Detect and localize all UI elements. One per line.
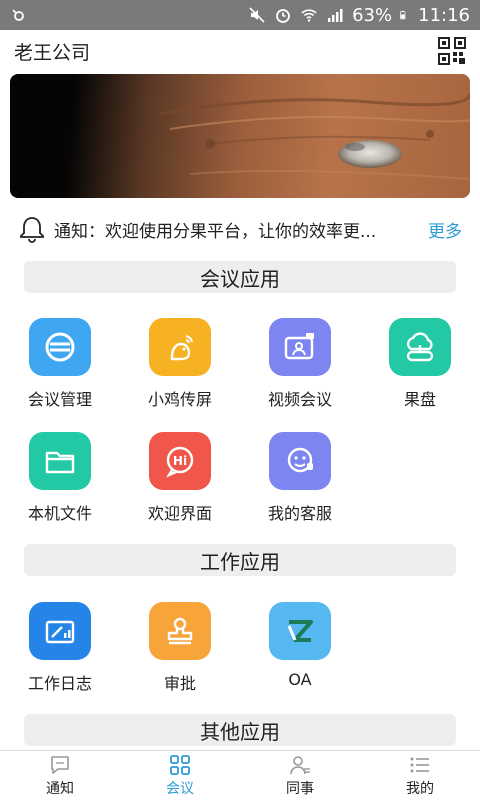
tab-label: 同事	[286, 781, 314, 797]
app-label: 审批	[163, 674, 196, 693]
app-welcome-screen[interactable]: Hi 欢迎界面	[120, 428, 240, 542]
tab-label: 会议	[166, 781, 194, 797]
status-bar: 63% 11:16	[0, 0, 480, 30]
cloud-disk-icon	[389, 318, 451, 376]
battery-icon	[400, 10, 406, 20]
app-label: 小鸡传屏	[147, 390, 212, 409]
notice-text: 通知：欢迎使用分果平台，让你的效率更...	[54, 221, 377, 242]
clock: 11:16	[418, 4, 470, 26]
grid-icon	[170, 755, 190, 775]
signal-icon	[328, 9, 343, 22]
app-bar: 老王公司	[0, 30, 480, 72]
alarm-icon	[276, 9, 291, 23]
meeting-apps-grid: 会议管理 小鸡传屏 视频会议 果盘 本机文件 Hi 欢迎界面 我的客服	[0, 314, 480, 542]
chick-cast-icon	[149, 318, 211, 376]
tab-colleagues[interactable]: 同事	[240, 751, 360, 800]
bell-icon	[20, 217, 44, 243]
folder-icon	[29, 432, 91, 490]
wifi-icon	[301, 9, 317, 22]
customer-service-icon	[269, 432, 331, 490]
app-work-log[interactable]: 工作日志	[0, 598, 120, 712]
qr-code-icon[interactable]	[438, 37, 466, 65]
bottom-tab-bar: 通知 会议 同事 我的	[0, 750, 480, 800]
app-local-files[interactable]: 本机文件	[0, 428, 120, 542]
meeting-manage-icon	[29, 318, 91, 376]
mute-icon	[249, 7, 265, 23]
video-meeting-icon	[269, 318, 331, 376]
section-title-other: 其他应用	[24, 714, 456, 746]
app-approval[interactable]: 审批	[120, 598, 240, 712]
chat-bubble-icon	[51, 756, 69, 774]
tab-notifications[interactable]: 通知	[0, 751, 120, 800]
app-video-meeting[interactable]: 视频会议	[240, 314, 360, 428]
app-chick-cast[interactable]: 小鸡传屏	[120, 314, 240, 428]
mars-surface-image	[159, 93, 470, 180]
work-apps-grid: 工作日志 审批 OA	[0, 598, 480, 712]
tab-meeting[interactable]: 会议	[120, 751, 240, 800]
notice-bar[interactable]: 通知：欢迎使用分果平台，让你的效率更... 更多	[0, 208, 480, 250]
battery-percent: 63%	[352, 4, 393, 26]
approval-stamp-icon	[149, 602, 211, 660]
app-meeting-manage[interactable]: 会议管理	[0, 314, 120, 428]
app-label: 本机文件	[27, 504, 92, 523]
contacts-icon	[290, 756, 310, 775]
app-label: 我的客服	[267, 504, 332, 523]
section-title-meeting: 会议应用	[24, 261, 456, 293]
app-oa[interactable]: OA	[240, 598, 360, 712]
work-log-icon	[29, 602, 91, 660]
svg-text:Hi: Hi	[173, 454, 187, 468]
oa-icon	[269, 602, 331, 660]
tab-mine[interactable]: 我的	[360, 751, 480, 800]
app-customer-service[interactable]: 我的客服	[240, 428, 360, 542]
app-cloud-disk[interactable]: 果盘	[360, 314, 480, 428]
company-title: 老王公司	[14, 41, 91, 64]
app-label: 会议管理	[27, 390, 92, 409]
tab-label: 我的	[406, 781, 434, 797]
app-label: 欢迎界面	[147, 504, 212, 523]
app-label: 果盘	[403, 390, 436, 409]
app-label: OA	[288, 670, 312, 689]
app-label: 视频会议	[267, 390, 332, 409]
list-icon	[410, 757, 429, 773]
tab-label: 通知	[46, 781, 74, 797]
welcome-hi-icon: Hi	[149, 432, 211, 490]
app-label: 工作日志	[27, 674, 92, 693]
more-link[interactable]: 更多	[428, 217, 462, 242]
notification-dot-icon	[12, 9, 24, 21]
section-title-work: 工作应用	[24, 544, 456, 576]
banner-image[interactable]	[10, 74, 470, 198]
